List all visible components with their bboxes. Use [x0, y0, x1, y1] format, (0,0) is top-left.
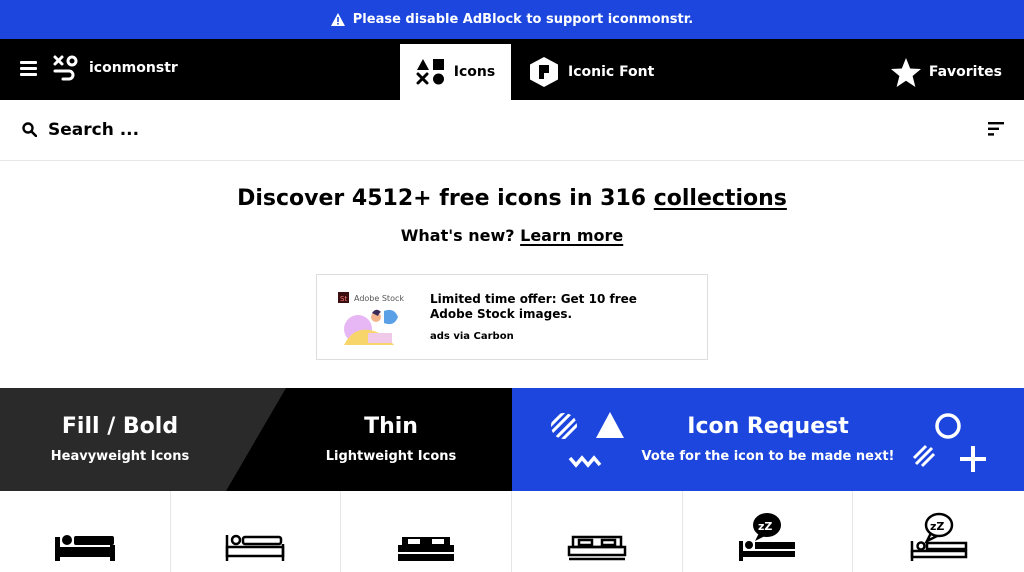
whats-new: What's new? Learn more — [0, 226, 1024, 245]
learn-more-link[interactable]: Learn more — [520, 226, 623, 245]
top-navigation: iconmonstr Icons Iconic Font Favorites — [0, 39, 1024, 100]
icon-grid: zZ zZ — [0, 491, 1024, 572]
icon-tile[interactable]: zZ — [853, 491, 1024, 572]
category-banner: Fill / Bold Heavyweight Icons Thin Light… — [0, 388, 1024, 491]
bed-outline-icon — [226, 534, 285, 561]
icon-tile[interactable] — [341, 491, 512, 572]
tab-icons-label: Icons — [453, 64, 496, 80]
tab-icons[interactable]: Icons — [400, 44, 511, 100]
iconmonstr-logo-icon — [53, 55, 78, 81]
icon-request-subtitle: Vote for the icon to be made next! — [641, 449, 895, 464]
thin-title: Thin — [364, 414, 418, 439]
ads-via-carbon-link[interactable]: ads via Carbon — [430, 331, 514, 342]
icon-tile[interactable] — [512, 491, 683, 572]
icon-tile[interactable] — [171, 491, 342, 572]
svg-text:zZ: zZ — [758, 520, 772, 533]
shapes-icon — [416, 59, 444, 85]
brand-name: iconmonstr — [89, 60, 178, 76]
star-icon — [890, 57, 921, 87]
favorites-label: Favorites — [928, 64, 1002, 80]
double-bed-outline-icon — [567, 535, 627, 561]
adblock-message: Please disable AdBlock to support iconmo… — [352, 12, 694, 27]
sleeping-icon: zZ — [739, 513, 796, 561]
stripes-icon — [912, 444, 936, 468]
icon-request-banner[interactable]: Icon Request Vote for the icon to be mad… — [512, 388, 1024, 491]
tab-iconic-font[interactable]: Iconic Font — [530, 44, 654, 100]
search-icon[interactable] — [22, 122, 37, 137]
bed-person-icon — [54, 535, 115, 561]
brand-logo[interactable]: iconmonstr — [51, 53, 178, 83]
thin-subtitle: Lightweight Icons — [325, 449, 457, 464]
collections-link[interactable]: collections — [654, 186, 787, 211]
svg-text:St: St — [340, 295, 347, 303]
sort-filter-icon[interactable] — [988, 122, 1004, 136]
ad-image[interactable]: St Adobe Stock — [336, 289, 408, 349]
icon-tile[interactable] — [0, 491, 171, 572]
headline-text: Discover 4512+ free icons in 316 — [237, 186, 654, 211]
whats-new-text: What's new? — [400, 226, 521, 245]
font-logo-icon — [530, 57, 558, 87]
adblock-notice-bar: Please disable AdBlock to support iconmo… — [0, 0, 1024, 39]
tab-iconic-font-label: Iconic Font — [568, 64, 655, 80]
plus-icon — [960, 446, 986, 472]
circle-outline-icon — [935, 413, 961, 439]
sleeping-outline-icon: zZ — [910, 512, 967, 561]
icon-tile[interactable]: zZ — [683, 491, 854, 572]
svg-text:zZ: zZ — [930, 520, 944, 533]
double-bed-icon — [398, 537, 455, 561]
favorites-link[interactable]: Favorites — [890, 44, 1002, 100]
fill-bold-subtitle: Heavyweight Icons — [50, 449, 190, 464]
carbon-ad[interactable]: St Adobe Stock Limited time offer: Get 1… — [316, 274, 708, 360]
fill-bold-title: Fill / Bold — [61, 414, 179, 439]
search-bar — [0, 100, 1024, 161]
ad-text[interactable]: Limited time offer: Get 10 free Adobe St… — [430, 292, 670, 322]
menu-icon[interactable] — [20, 61, 37, 76]
adobe-stock-logo-text: Adobe Stock — [354, 294, 404, 303]
search-input[interactable] — [48, 116, 648, 144]
warning-icon — [330, 13, 345, 26]
page-headline: Discover 4512+ free icons in 316 collect… — [0, 186, 1024, 211]
